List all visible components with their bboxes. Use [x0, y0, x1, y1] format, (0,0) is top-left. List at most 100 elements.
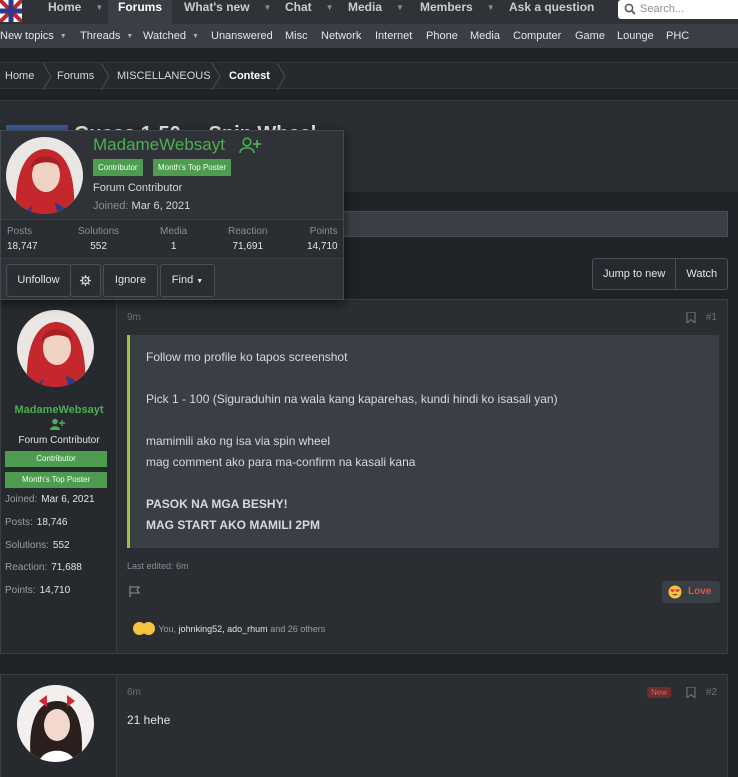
breadcrumb-forums[interactable]: Forums [57, 70, 94, 82]
post-author-sidebar: MadameWebsayt Forum Contributor Contribu… [1, 300, 117, 653]
member-avatar[interactable] [6, 137, 83, 214]
stat-media[interactable]: Media 1 [160, 226, 187, 252]
top-nav: Home ▼ Forums What's new ▼ Chat ▼ Media ▼ Me… [0, 0, 738, 24]
subnav-lounge[interactable]: Lounge [617, 30, 654, 42]
post-number[interactable]: #2 [706, 687, 717, 698]
find-button[interactable]: Find ▼ [160, 264, 215, 297]
avatar[interactable] [17, 685, 94, 762]
breadcrumb-miscellaneous[interactable]: MISCELLANEOUS [117, 70, 211, 82]
author-name[interactable]: MadameWebsayt [1, 404, 117, 416]
chevron-down-icon: ▼ [196, 278, 204, 285]
avatar[interactable] [17, 310, 94, 387]
follow-user-icon[interactable] [49, 418, 65, 430]
reaction-user-link[interactable]: johnking52 [179, 624, 223, 634]
jump-to-new-button[interactable]: Jump to new [593, 259, 675, 289]
message-line-bold: MAG START AKO MAMILI 2PM [146, 518, 320, 532]
post-number[interactable]: #1 [706, 312, 717, 323]
post-2: 6m New #2 21 hehe [0, 674, 728, 777]
chevron-down-icon[interactable]: ▼ [95, 0, 103, 15]
love-reaction-button[interactable]: Love [662, 581, 720, 603]
chevron-down-icon[interactable]: ▼ [126, 33, 133, 40]
astonished-emoji-icon [142, 622, 155, 635]
subnav-new-topics[interactable]: New topics ▼ [0, 30, 67, 42]
subnav-network[interactable]: Network [321, 30, 361, 42]
site-logo-icon[interactable] [0, 0, 22, 22]
subnav-game[interactable]: Game [575, 30, 605, 42]
post-author-sidebar [1, 675, 117, 777]
unfollow-button[interactable]: Unfollow [6, 264, 71, 297]
nav-tab-media[interactable]: Media ▼ [348, 0, 404, 24]
subnav-computer[interactable]: Computer [513, 30, 561, 42]
nav-tab-home[interactable]: Home ▼ [48, 0, 103, 24]
chevron-down-icon[interactable]: ▼ [487, 0, 495, 15]
breadcrumb-contest[interactable]: Contest [229, 70, 270, 82]
follow-user-icon[interactable] [239, 137, 261, 153]
badge-top-poster: Month's Top Poster [153, 159, 232, 176]
stat-points[interactable]: Points 14,710 [307, 226, 338, 252]
stat-posts: Posts: 18,746 [5, 517, 68, 528]
badge-contributor: Contributor [93, 159, 143, 176]
breadcrumb-home[interactable]: Home [5, 70, 34, 82]
chevron-down-icon[interactable]: ▼ [60, 33, 67, 40]
reaction-you: You, [158, 624, 177, 634]
stat-posts[interactable]: Posts 18,747 [7, 226, 38, 252]
subnav-watched[interactable]: Watched ▼ [143, 30, 199, 42]
subnav-unanswered[interactable]: Unanswered [211, 30, 273, 42]
member-stats: Posts 18,747 Solutions 552 Media 1 Reaction… [1, 219, 343, 259]
bookmark-icon[interactable] [686, 312, 696, 323]
avatar-image [6, 137, 83, 214]
reaction-others[interactable]: and 26 others [270, 624, 325, 634]
badge-contributor: Contributor [5, 451, 107, 467]
member-title: Forum Contributor [93, 182, 183, 194]
nav-tab-chat[interactable]: Chat ▼ [285, 0, 334, 24]
nav-tab-members[interactable]: Members ▼ [420, 0, 495, 24]
last-edited: Last edited: 6m [127, 561, 189, 571]
subnav-threads[interactable]: Threads ▼ [80, 30, 133, 42]
member-name[interactable]: MadameWebsayt [93, 135, 225, 155]
message-line-bold: PASOK NA MGA BESHY! [146, 497, 288, 511]
bookmark-icon[interactable] [686, 687, 696, 698]
chevron-down-icon[interactable]: ▼ [264, 0, 272, 15]
stat-solutions: Solutions: 552 [5, 540, 70, 551]
chevron-down-icon[interactable]: ▼ [192, 33, 199, 40]
thread-actions: Jump to new Watch [592, 258, 729, 290]
message-line: mag comment ako para ma-confirm na kasal… [146, 455, 416, 469]
report-flag-icon[interactable] [129, 586, 141, 597]
nav-tab-ask-question[interactable]: Ask a question [509, 0, 594, 24]
breadcrumb: Home Forums MISCELLANEOUS Contest [0, 62, 738, 90]
watch-button[interactable]: Watch [675, 259, 727, 289]
search-box[interactable] [618, 0, 738, 19]
stat-solutions[interactable]: Solutions 552 [78, 226, 119, 252]
chevron-down-icon[interactable]: ▼ [396, 0, 404, 15]
author-title: Forum Contributor [18, 435, 100, 446]
post-time[interactable]: 6m [127, 687, 141, 698]
chevron-right-icon [100, 63, 110, 90]
avatar-image [17, 310, 94, 387]
stat-reaction[interactable]: Reaction 71,691 [228, 226, 267, 252]
avatar-image [17, 685, 94, 762]
subnav-internet[interactable]: Internet [375, 30, 412, 42]
chevron-right-icon [42, 63, 52, 90]
nav-tab-whats-new[interactable]: What's new ▼ [184, 0, 271, 24]
ignore-button[interactable]: Ignore [103, 264, 158, 297]
reaction-user-link[interactable]: ado_rhum [227, 624, 268, 634]
message-line: Follow mo profile ko tapos screenshot [146, 350, 348, 364]
message-line: Pick 1 - 100 (Siguraduhin na wala kang k… [146, 392, 558, 406]
post-1: MadameWebsayt Forum Contributor Contribu… [0, 299, 728, 654]
subnav-phc[interactable]: PHC [666, 30, 689, 42]
settings-button[interactable] [70, 264, 101, 297]
sub-nav: New topics ▼ Threads ▼ Watched ▼ Unanswered… [0, 24, 738, 48]
subnav-media[interactable]: Media [470, 30, 500, 42]
subnav-misc[interactable]: Misc [285, 30, 308, 42]
chevron-down-icon[interactable]: ▼ [326, 0, 334, 15]
gear-icon [80, 275, 91, 286]
search-icon [624, 3, 636, 15]
nav-tab-forums[interactable]: Forums [108, 0, 173, 24]
post-message: 21 hehe [127, 713, 171, 727]
member-joined: Joined: Mar 6, 2021 [93, 200, 191, 212]
subnav-phone[interactable]: Phone [426, 30, 458, 42]
post-time[interactable]: 9m [127, 312, 141, 323]
reaction-summary[interactable]: You, johnking52, ado_rhum and 26 others [133, 622, 325, 635]
post-message: Follow mo profile ko tapos screenshot Pi… [127, 335, 719, 548]
search-input[interactable] [640, 2, 738, 16]
